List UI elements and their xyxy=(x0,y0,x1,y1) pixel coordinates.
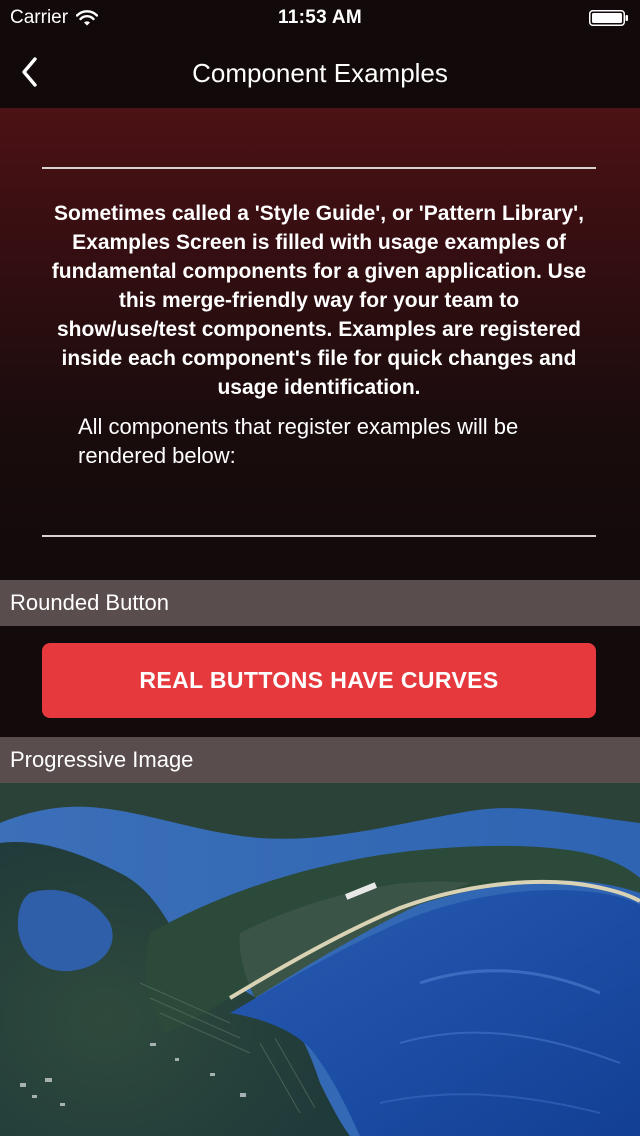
satellite-image xyxy=(0,783,640,1136)
navigation-bar: Component Examples xyxy=(0,38,640,108)
real-buttons-button[interactable]: REAL BUTTONS HAVE CURVES xyxy=(42,643,596,718)
top-bar: Carrier 11:53 AM Component Examples xyxy=(0,0,640,108)
section-header-progressive-image: Progressive Image xyxy=(0,737,640,783)
intro-card: Sometimes called a 'Style Guide', or 'Pa… xyxy=(42,167,596,470)
divider-top xyxy=(42,167,596,169)
intro-description: Sometimes called a 'Style Guide', or 'Pa… xyxy=(51,202,587,399)
status-time: 11:53 AM xyxy=(277,7,363,28)
divider-bottom xyxy=(42,535,596,537)
battery-icon xyxy=(589,10,629,26)
button-label: REAL BUTTONS HAVE CURVES xyxy=(139,667,499,693)
intro-note: All components that register examples wi… xyxy=(78,414,519,468)
page-title: Component Examples xyxy=(192,58,448,88)
section-header-rounded-button: Rounded Button xyxy=(0,580,640,626)
status-bar: Carrier 11:53 AM xyxy=(0,0,640,38)
app-screen: Carrier 11:53 AM Component Examples Some… xyxy=(0,0,640,1136)
